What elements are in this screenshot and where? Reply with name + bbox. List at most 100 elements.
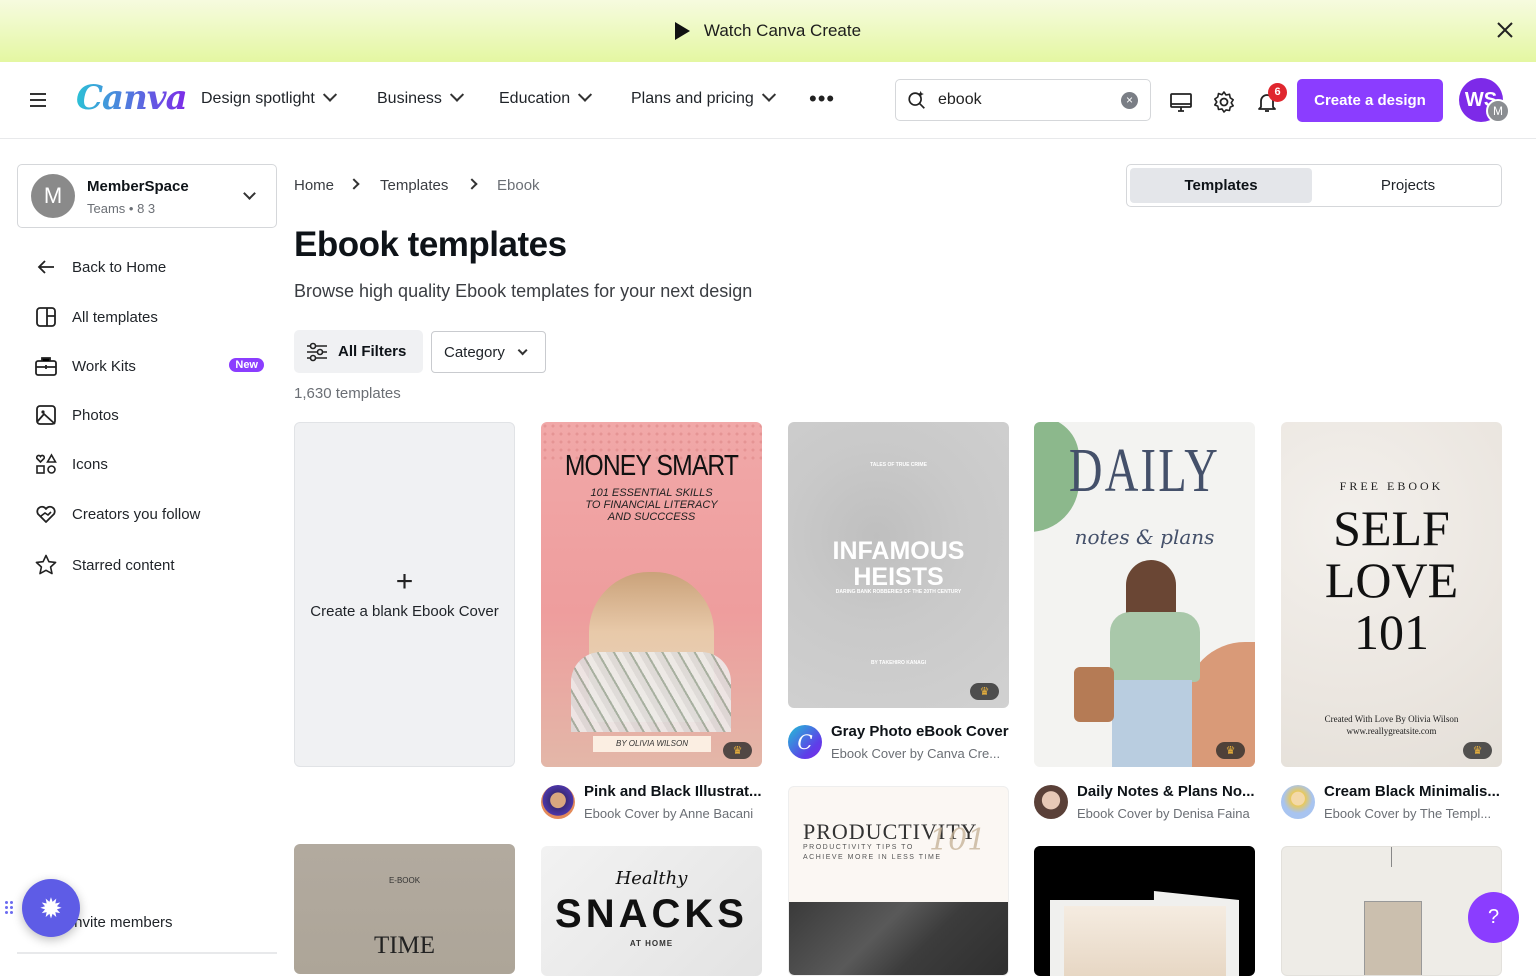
template-meta[interactable]: Daily Notes & Plans No... Ebook Cover by…	[1034, 781, 1259, 827]
invite-members-link[interactable]: Invite members	[70, 914, 173, 931]
template-card[interactable]: DAILY notes & plans ♛	[1034, 422, 1255, 767]
nav-education[interactable]: Education	[499, 87, 593, 108]
sidebar-item-label: Icons	[72, 455, 108, 473]
content-type-toggle: Templates Projects	[1126, 164, 1502, 207]
team-switcher[interactable]: M MemberSpace Teams • 8 3	[17, 164, 277, 228]
chevron-right-icon	[348, 178, 360, 190]
more-icon[interactable]: •••	[809, 88, 835, 110]
premium-crown-icon: ♛	[723, 742, 752, 759]
category-dropdown[interactable]: Category	[431, 331, 546, 373]
new-badge: New	[229, 358, 264, 372]
search-box[interactable]: ×	[895, 79, 1151, 121]
chevron-right-icon	[466, 178, 478, 190]
template-meta[interactable]: Cream Black Minimalis... Ebook Cover by …	[1281, 781, 1506, 827]
tab-templates[interactable]: Templates	[1130, 168, 1312, 203]
sidebar-item-label: Work Kits	[72, 357, 136, 375]
sidebar-item-icons[interactable]: Icons	[34, 449, 274, 479]
cover-kicker: E-BOOK	[388, 876, 421, 885]
sidebar-item-work-kits[interactable]: Work Kits New	[34, 351, 274, 381]
shapes-icon	[35, 453, 57, 474]
banner-text[interactable]: Watch Canva Create	[704, 21, 861, 41]
cover-subtitle: AT HOME	[629, 939, 674, 948]
cover-url: www.reallygreatsite.com	[1346, 726, 1437, 736]
category-label: Category	[444, 343, 505, 361]
template-card[interactable]	[1034, 846, 1255, 976]
search-input[interactable]	[938, 91, 1108, 109]
sidebar-item-photos[interactable]: Photos	[34, 400, 274, 430]
breadcrumb-home[interactable]: Home	[294, 177, 334, 194]
cover-credit: Created With Love By Olivia Wilson	[1324, 714, 1459, 724]
heart-icon	[36, 505, 56, 523]
page-description: Browse high quality Ebook templates for …	[294, 281, 753, 301]
top-nav: Canva Design spotlight Business Educatio…	[0, 62, 1536, 139]
assistant-button[interactable]: ✹	[22, 879, 80, 937]
nav-label: Education	[499, 90, 571, 107]
sidebar-item-label: Starred content	[72, 556, 175, 574]
chevron-down-icon	[449, 87, 464, 102]
template-meta[interactable]: C Gray Photo eBook Cover Ebook Cover by …	[788, 721, 1013, 767]
template-card[interactable]: Healthy SNACKS AT HOME	[541, 846, 762, 976]
breadcrumb-templates[interactable]: Templates	[380, 177, 448, 194]
sidebar-item-starred[interactable]: Starred content	[34, 550, 274, 580]
template-author: Ebook Cover by Anne Bacani	[584, 806, 754, 821]
menu-icon[interactable]	[30, 93, 46, 107]
cover-line	[1391, 847, 1392, 867]
cover-photo	[1064, 906, 1226, 976]
cover-title: MONEY SMART	[564, 450, 739, 482]
nav-label: Business	[377, 90, 442, 107]
chevron-down-icon	[761, 87, 776, 102]
chevron-down-icon	[243, 187, 256, 200]
team-avatar: M	[31, 174, 75, 218]
cover-title: TIME	[373, 932, 436, 959]
template-card[interactable]: TALES OF TRUE CRIME INFAMOUS HEISTS DARI…	[788, 422, 1009, 708]
canva-creator-avatar: C	[788, 725, 822, 759]
team-avatar: M	[1486, 99, 1510, 123]
nav-business[interactable]: Business	[377, 87, 464, 108]
template-card[interactable]: PRODUCTIVITY PRODUCTIVITY TIPS TO ACHIEV…	[788, 786, 1009, 976]
drag-handle-icon[interactable]	[4, 900, 14, 918]
sidebar-item-back-home[interactable]: Back to Home	[34, 252, 274, 282]
sparkle-icon: ✹	[39, 892, 63, 924]
template-card[interactable]: MONEY SMART 101 ESSENTIAL SKILLS TO FINA…	[541, 422, 762, 767]
template-card[interactable]: E-BOOK TIME	[294, 844, 515, 974]
magic-search-icon	[908, 90, 925, 109]
help-button[interactable]: ?	[1468, 892, 1519, 943]
sidebar-item-creators[interactable]: Creators you follow	[34, 499, 274, 529]
create-design-button[interactable]: Create a design	[1297, 79, 1443, 122]
settings-gear-icon[interactable]	[1212, 90, 1236, 114]
canva-logo[interactable]: Canva	[76, 78, 188, 118]
template-author: Ebook Cover by Denisa Faina	[1077, 806, 1250, 821]
sidebar-item-all-templates[interactable]: All templates	[34, 302, 274, 332]
premium-crown-icon: ♛	[970, 683, 999, 700]
cover-author: BY OLIVIA WILSON	[593, 736, 711, 752]
cover-title: SELF LOVE 101	[1324, 500, 1459, 660]
cover-kicker: Healthy	[615, 868, 688, 889]
desktop-icon[interactable]	[1169, 90, 1193, 114]
template-title: Cream Black Minimalis...	[1324, 783, 1500, 800]
template-card[interactable]: FREE EBOOK SELF LOVE 101 Created With Lo…	[1281, 422, 1502, 767]
create-blank-card[interactable]: + Create a blank Ebook Cover	[294, 422, 515, 767]
cover-photo	[1364, 901, 1422, 975]
nav-design-spotlight[interactable]: Design spotlight	[201, 87, 337, 108]
cover-photo	[789, 902, 1008, 975]
sidebar-item-label: Photos	[72, 406, 119, 424]
template-author: Ebook Cover by Canva Cre...	[831, 746, 1001, 761]
sidebar-item-label: Creators you follow	[72, 505, 201, 523]
tab-projects[interactable]: Projects	[1317, 168, 1499, 203]
nav-plans-pricing[interactable]: Plans and pricing	[631, 87, 776, 108]
cover-money	[571, 652, 731, 732]
all-filters-button[interactable]: All Filters	[294, 330, 423, 373]
arrow-left-icon	[37, 260, 54, 274]
clear-search-icon[interactable]: ×	[1121, 92, 1138, 109]
templates-icon	[36, 307, 56, 327]
template-meta[interactable]: Pink and Black Illustrat... Ebook Cover …	[541, 781, 766, 827]
user-avatar[interactable]: WS M	[1459, 78, 1510, 123]
close-icon[interactable]	[1494, 19, 1516, 41]
chevron-down-icon	[517, 344, 528, 355]
cover-title: INFAMOUS HEISTS	[832, 537, 965, 591]
creator-avatar	[541, 785, 575, 819]
promo-banner[interactable]: Watch Canva Create	[0, 0, 1536, 62]
sidebar-item-label: Back to Home	[72, 258, 167, 276]
cover-kicker: TALES OF TRUE CRIME	[870, 462, 927, 468]
template-author: Ebook Cover by The Templ...	[1324, 806, 1492, 821]
